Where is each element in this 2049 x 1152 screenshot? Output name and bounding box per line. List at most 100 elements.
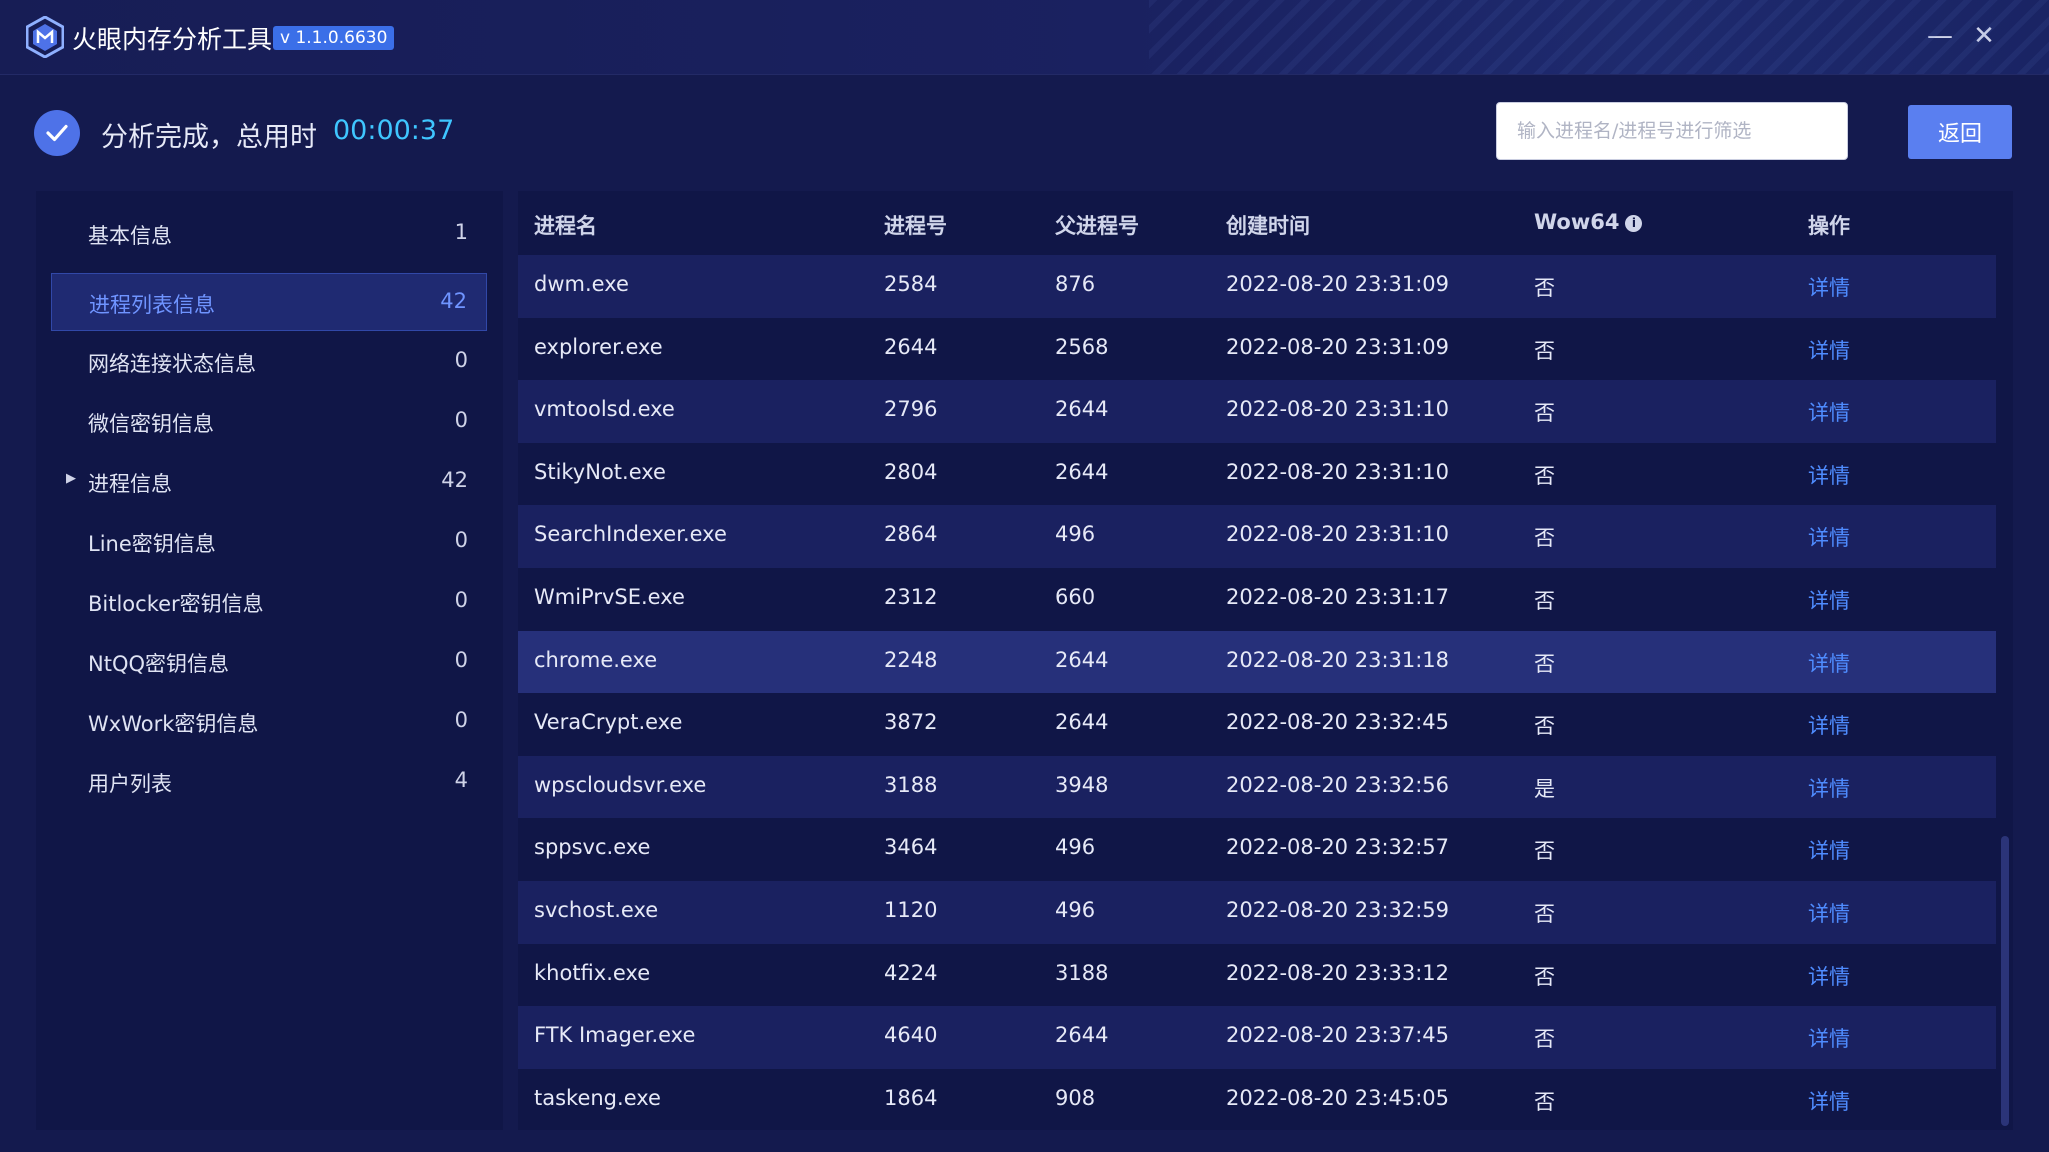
cell-pid: 3464 <box>884 835 938 860</box>
column-header-wow64-label: Wow64 <box>1534 210 1620 234</box>
cell-ppid: 3948 <box>1055 772 1109 797</box>
expand-caret-icon[interactable]: ▶ <box>66 471 76 486</box>
details-link[interactable]: 详情 <box>1808 898 1850 928</box>
details-link[interactable]: 详情 <box>1808 961 1850 991</box>
filter-search-input[interactable] <box>1496 102 1848 160</box>
details-link[interactable]: 详情 <box>1808 272 1850 302</box>
cell-process-name: vmtoolsd.exe <box>534 397 675 422</box>
cell-wow64: 否 <box>1534 1089 1555 1114</box>
sidebar-item-user-list[interactable]: 用户列表 4 <box>51 753 487 811</box>
details-link[interactable]: 详情 <box>1808 710 1850 740</box>
details-link[interactable]: 详情 <box>1808 397 1850 427</box>
elapsed-time: 00:00:37 <box>333 115 455 146</box>
cell-ppid: 2644 <box>1055 1023 1109 1048</box>
details-link[interactable]: 详情 <box>1808 460 1850 490</box>
sidebar-item-label: 进程信息 <box>88 472 172 496</box>
sidebar-item-ntqq-keys[interactable]: NtQQ密钥信息 0 <box>51 633 487 691</box>
version-badge: v 1.1.0.6630 <box>273 26 395 50</box>
table-row[interactable]: explorer.exe 2644 2568 2022-08-20 23:31:09 否… <box>518 318 1996 381</box>
details-link[interactable]: 详情 <box>1808 335 1850 365</box>
sidebar-item-process-list[interactable]: 进程列表信息 42 <box>51 273 487 331</box>
cell-process-name: dwm.exe <box>534 272 629 296</box>
cell-wow64: 否 <box>1534 1027 1555 1052</box>
cell-process-name: wpscloudsvr.exe <box>534 772 707 797</box>
table-row[interactable]: wpscloudsvr.exe 3188 3948 2022-08-20 23:32:… <box>518 755 1996 819</box>
status-text: 分析完成，总用时 <box>101 122 317 153</box>
table-row[interactable]: SearchIndexer.exe 2864 496 2022-08-20 23:31… <box>518 505 1996 568</box>
cell-process-name: sppsvc.exe <box>534 835 651 860</box>
cell-pid: 2584 <box>884 272 938 296</box>
sidebar-item-count: 1 <box>454 220 468 244</box>
sidebar-item-process-info[interactable]: ▶ 进程信息 42 <box>51 453 487 511</box>
back-button[interactable]: 返回 <box>1908 105 2012 159</box>
cell-create-time: 2022-08-20 23:31:18 <box>1226 647 1450 672</box>
cell-pid: 2796 <box>884 397 938 422</box>
table-row[interactable]: WmiPrvSE.exe 2312 660 2022-08-20 23:31:17 否 详… <box>518 568 1996 631</box>
sidebar-item-network-connections[interactable]: 网络连接状态信息 0 <box>51 333 487 391</box>
sidebar-item-count: 0 <box>454 528 468 552</box>
cell-wow64: 否 <box>1534 964 1555 989</box>
sidebar-item-count: 42 <box>440 289 467 313</box>
cell-create-time: 2022-08-20 23:32:59 <box>1226 897 1450 922</box>
details-link[interactable]: 详情 <box>1808 522 1850 552</box>
details-link[interactable]: 详情 <box>1808 1086 1850 1116</box>
details-link[interactable]: 详情 <box>1808 1023 1850 1053</box>
sidebar-item-wxwork-keys[interactable]: WxWork密钥信息 0 <box>51 693 487 751</box>
cell-process-name: svchost.exe <box>534 897 659 922</box>
sidebar-item-wechat-keys[interactable]: 微信密钥信息 0 <box>51 393 487 451</box>
cell-pid: 2864 <box>884 522 938 547</box>
sidebar-item-label: 网络连接状态信息 <box>88 352 256 376</box>
info-icon[interactable]: i <box>1625 215 1643 232</box>
sidebar: 基本信息 1 进程列表信息 42 网络连接状态信息 0 微信密钥信息 0 ▶ 进… <box>36 191 503 1130</box>
table-row[interactable]: svchost.exe 1120 496 2022-08-20 23:32:59 否 详情 <box>518 880 1996 944</box>
cell-pid: 2248 <box>884 647 938 672</box>
cell-create-time: 2022-08-20 23:31:10 <box>1226 522 1450 547</box>
check-circle-icon <box>34 110 80 156</box>
sidebar-item-count: 0 <box>454 648 468 672</box>
sidebar-item-line-keys[interactable]: Line密钥信息 0 <box>51 513 487 571</box>
table-row[interactable]: vmtoolsd.exe 2796 2644 2022-08-20 23:31:10 否… <box>518 380 1996 443</box>
cell-process-name: VeraCrypt.exe <box>534 710 683 735</box>
table-row[interactable]: khotfix.exe 4224 3188 2022-08-20 23:33:12 否 详… <box>518 944 1996 1007</box>
cell-process-name: explorer.exe <box>534 334 663 359</box>
cell-pid: 2804 <box>884 459 938 484</box>
minimize-icon[interactable]: — <box>1922 18 1958 54</box>
cell-wow64: 否 <box>1534 901 1555 926</box>
table-row[interactable]: taskeng.exe 1864 908 2022-08-20 23:45:05 否 详情 <box>518 1069 1996 1130</box>
cell-wow64: 否 <box>1534 401 1555 426</box>
table-row[interactable]: StikyNot.exe 2804 2644 2022-08-20 23:31:10 否… <box>518 443 1996 506</box>
cell-pid: 1120 <box>884 897 938 922</box>
sidebar-item-bitlocker-keys[interactable]: Bitlocker密钥信息 0 <box>51 573 487 631</box>
cell-create-time: 2022-08-20 23:45:05 <box>1226 1085 1450 1110</box>
cell-wow64: 否 <box>1534 276 1555 300</box>
vertical-scrollbar[interactable] <box>2001 836 2009 1126</box>
table-row[interactable]: VeraCrypt.exe 3872 2644 2022-08-20 23:32:45… <box>518 693 1996 756</box>
cell-wow64: 否 <box>1534 338 1555 363</box>
sidebar-item-label: 用户列表 <box>88 772 172 796</box>
cell-ppid: 660 <box>1055 584 1096 609</box>
cell-ppid: 496 <box>1055 835 1096 860</box>
sidebar-item-basic-info[interactable]: 基本信息 1 <box>51 205 487 263</box>
column-header-create-time: 创建时间 <box>1226 214 1310 238</box>
details-link[interactable]: 详情 <box>1808 648 1850 678</box>
table-row[interactable]: FTK Imager.exe 4640 2644 2022-08-20 23:37:4… <box>518 1006 1996 1069</box>
sidebar-item-label: 基本信息 <box>88 224 172 248</box>
sidebar-item-label: NtQQ密钥信息 <box>88 652 230 676</box>
cell-wow64: 是 <box>1534 776 1555 801</box>
details-link[interactable]: 详情 <box>1808 773 1850 803</box>
sidebar-item-count: 0 <box>454 708 468 732</box>
cell-ppid: 2644 <box>1055 397 1109 422</box>
column-header-action: 操作 <box>1808 214 1850 238</box>
cell-ppid: 876 <box>1055 272 1096 296</box>
cell-process-name: taskeng.exe <box>534 1085 661 1110</box>
details-link[interactable]: 详情 <box>1808 585 1850 615</box>
table-row[interactable]: sppsvc.exe 3464 496 2022-08-20 23:32:57 否 详情 <box>518 818 1996 881</box>
sidebar-item-label: WxWork密钥信息 <box>88 712 259 736</box>
close-icon[interactable]: ✕ <box>1966 18 2002 54</box>
cell-ppid: 908 <box>1055 1085 1096 1110</box>
cell-create-time: 2022-08-20 23:31:09 <box>1226 272 1450 296</box>
details-link[interactable]: 详情 <box>1808 835 1850 865</box>
table-row[interactable]: chrome.exe 2248 2644 2022-08-20 23:31:18 否 详情 <box>518 630 1996 694</box>
column-header-pid: 进程号 <box>884 214 947 238</box>
table-row[interactable]: dwm.exe 2584 876 2022-08-20 23:31:09 否 详情 <box>518 255 1996 318</box>
